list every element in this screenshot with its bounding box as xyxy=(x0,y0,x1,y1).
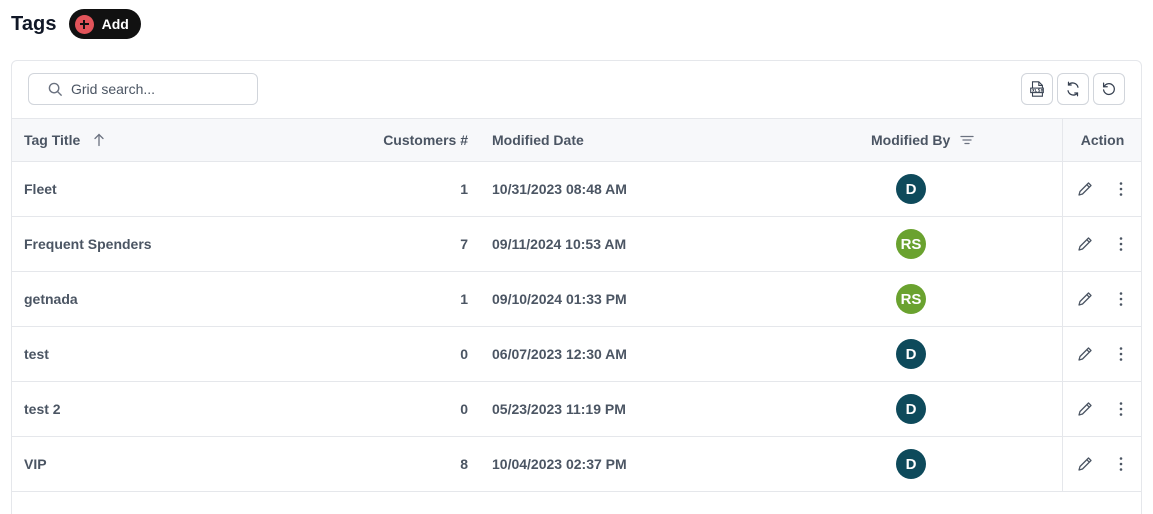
column-header-label: Customers # xyxy=(383,132,468,148)
filter-icon[interactable] xyxy=(960,133,974,147)
kebab-icon[interactable] xyxy=(1112,345,1130,363)
grid-search-input[interactable] xyxy=(71,81,241,97)
kebab-icon[interactable] xyxy=(1112,235,1130,253)
column-header-customers[interactable]: Customers # xyxy=(312,119,468,161)
cell-customers: 0 xyxy=(460,401,468,417)
tags-grid: Tag Title Customers # Modified Date Modi… xyxy=(11,60,1142,514)
cell-customers: 7 xyxy=(460,236,468,252)
cell-customers: 1 xyxy=(460,291,468,307)
cell-customers: 0 xyxy=(460,346,468,362)
cell-action xyxy=(1062,327,1141,381)
kebab-icon[interactable] xyxy=(1112,180,1130,198)
kebab-icon[interactable] xyxy=(1112,455,1130,473)
search-icon xyxy=(48,82,63,96)
cell-tag-title: Frequent Spenders xyxy=(24,236,152,252)
grid-toolbar xyxy=(12,61,1141,118)
column-header-modified-by[interactable]: Modified By xyxy=(871,119,974,161)
refresh-icon xyxy=(1067,81,1079,97)
cell-action xyxy=(1062,272,1141,326)
arrow-up-icon[interactable] xyxy=(92,133,106,147)
cell-tag-title: test xyxy=(24,346,49,362)
cell-modified-date: 09/11/2024 10:53 AM xyxy=(492,236,627,252)
pencil-icon[interactable] xyxy=(1076,180,1094,198)
pencil-icon[interactable] xyxy=(1076,400,1094,418)
cell-tag-title: VIP xyxy=(24,456,47,472)
cell-action xyxy=(1062,382,1141,436)
pencil-icon[interactable] xyxy=(1076,235,1094,253)
grid-search[interactable] xyxy=(28,73,258,105)
cell-action xyxy=(1062,162,1141,216)
table-row[interactable]: Frequent Spenders 7 09/11/2024 10:53 AM … xyxy=(12,217,1141,272)
cell-action xyxy=(1062,217,1141,271)
column-header-label: Tag Title xyxy=(24,132,81,148)
grid-body: Fleet 1 10/31/2023 08:48 AM D Frequent S… xyxy=(12,162,1141,492)
cell-modified-date: 10/31/2023 08:48 AM xyxy=(492,181,627,197)
column-header-label: Action xyxy=(1080,132,1125,148)
grid-header: Tag Title Customers # Modified Date Modi… xyxy=(12,118,1141,162)
avatar: D xyxy=(896,449,926,479)
table-row[interactable]: Fleet 1 10/31/2023 08:48 AM D xyxy=(12,162,1141,217)
cell-modified-by: D xyxy=(896,327,926,381)
kebab-icon[interactable] xyxy=(1112,290,1130,308)
pencil-icon[interactable] xyxy=(1076,455,1094,473)
pencil-icon[interactable] xyxy=(1076,290,1094,308)
avatar: D xyxy=(896,174,926,204)
cell-modified-by: D xyxy=(896,437,926,491)
grid-tool-buttons xyxy=(1021,73,1125,105)
table-row[interactable]: test 2 0 05/23/2023 11:19 PM D xyxy=(12,382,1141,437)
cell-tag-title: Fleet xyxy=(24,181,57,197)
table-row[interactable]: VIP 8 10/04/2023 02:37 PM D xyxy=(12,437,1141,492)
cell-modified-date: 05/23/2023 11:19 PM xyxy=(492,401,626,417)
xlsx-export-icon xyxy=(1030,81,1044,97)
cell-modified-by: RS xyxy=(896,272,926,326)
cell-action xyxy=(1062,437,1141,491)
column-header-tag-title[interactable]: Tag Title xyxy=(24,119,106,161)
add-tag-button[interactable]: Add xyxy=(68,9,141,39)
kebab-icon[interactable] xyxy=(1112,400,1130,418)
cell-modified-date: 09/10/2024 01:33 PM xyxy=(492,291,627,307)
avatar: D xyxy=(896,339,926,369)
page-header: Tags Add xyxy=(11,9,141,39)
add-button-label: Add xyxy=(101,16,129,32)
cell-modified-by: D xyxy=(896,382,926,436)
reset-button[interactable] xyxy=(1093,73,1125,105)
table-row[interactable]: test 0 06/07/2023 12:30 AM D xyxy=(12,327,1141,382)
column-header-modified-date[interactable]: Modified Date xyxy=(492,119,584,161)
cell-customers: 1 xyxy=(460,181,468,197)
avatar: D xyxy=(896,394,926,424)
avatar: RS xyxy=(896,284,926,314)
cell-tag-title: getnada xyxy=(24,291,78,307)
refresh-button[interactable] xyxy=(1057,73,1089,105)
cell-modified-by: D xyxy=(896,162,926,216)
cell-modified-by: RS xyxy=(896,217,926,271)
cell-customers: 8 xyxy=(460,456,468,472)
plus-circle-icon xyxy=(74,14,94,34)
page-title: Tags xyxy=(11,12,57,35)
cell-modified-date: 06/07/2023 12:30 AM xyxy=(492,346,627,362)
column-header-label: Modified By xyxy=(871,132,951,148)
column-header-label: Modified Date xyxy=(492,132,584,148)
export-xlsx-button[interactable] xyxy=(1021,73,1053,105)
reset-icon xyxy=(1102,82,1115,96)
avatar: RS xyxy=(896,229,926,259)
table-row[interactable]: getnada 1 09/10/2024 01:33 PM RS xyxy=(12,272,1141,327)
cell-tag-title: test 2 xyxy=(24,401,61,417)
cell-modified-date: 10/04/2023 02:37 PM xyxy=(492,456,627,472)
pencil-icon[interactable] xyxy=(1076,345,1094,363)
column-header-action: Action xyxy=(1062,119,1141,161)
